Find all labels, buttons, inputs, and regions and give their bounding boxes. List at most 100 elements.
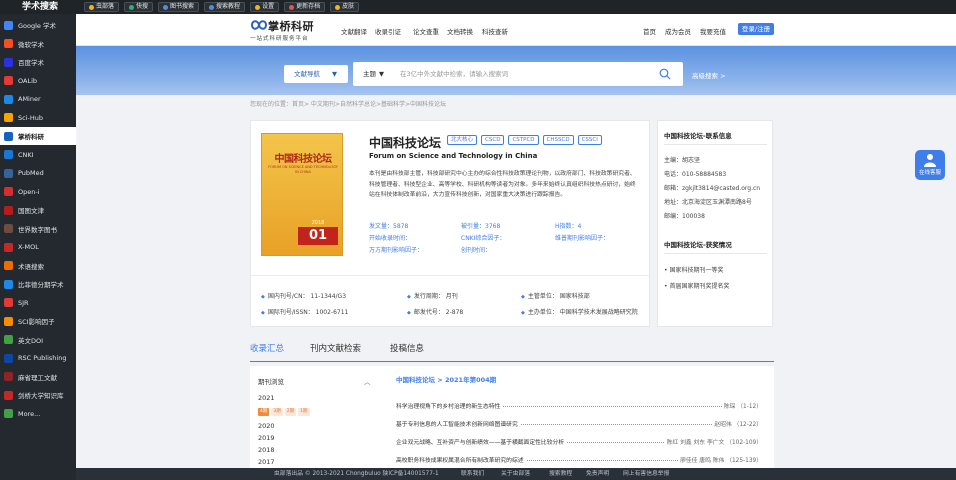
- sidebar-item[interactable]: AMiner: [0, 90, 76, 108]
- sidebar-item[interactable]: More...: [0, 405, 76, 423]
- sidebar-item[interactable]: Open-i: [0, 183, 76, 201]
- link-membership[interactable]: 成为会员: [665, 26, 691, 36]
- footer: 虫部落出品 © 2013-2021 Chongbuluo 陕ICP备140015…: [76, 468, 956, 480]
- toolbar-button-quick-search[interactable]: 快搜: [124, 2, 154, 12]
- book-icon: [209, 4, 215, 10]
- award-item: • 首届国家期刊奖提名奖: [664, 283, 730, 290]
- toolbar-button-chongbuluo[interactable]: 虫部落: [84, 2, 120, 12]
- sidebar-item[interactable]: 国图文津: [0, 201, 76, 219]
- year-item[interactable]: 2018: [258, 446, 275, 454]
- sidebar-item-label: Sci-Hub: [18, 113, 43, 122]
- sidebar-item[interactable]: Google 学术: [0, 16, 76, 34]
- field-dropdown[interactable]: 主题 ▼: [363, 62, 384, 86]
- article-row[interactable]: 科学治理视角下的乡村治理的新生态特性 陈琛 （1-12）: [396, 401, 762, 411]
- sidebar-item[interactable]: 英文DOI: [0, 331, 76, 349]
- stat-vip-factor: 维普期刊影响因子：: [555, 235, 610, 242]
- site-favicon-icon: [4, 409, 13, 418]
- logo-mark-icon: [250, 20, 268, 30]
- toolbar-button-skin[interactable]: 皮肤: [330, 2, 360, 12]
- site-favicon-icon: [4, 335, 13, 344]
- award-title: 中国科技论坛-获奖情况: [664, 241, 732, 249]
- tab-bar: 收录汇总 刊内文献检索 投稿信息: [250, 340, 774, 362]
- footer-report[interactable]: 网上有害信息举报: [623, 468, 669, 480]
- footer-about[interactable]: 关于虫部落: [501, 468, 530, 480]
- sidebar-item[interactable]: PubMed: [0, 164, 76, 182]
- site-favicon-icon: [4, 94, 13, 104]
- breadcrumb: 您现在的位置：首页> 中文期刊>自然科学总论>基础科学>中国科技论坛: [250, 101, 447, 108]
- year-item[interactable]: 2017: [258, 458, 275, 466]
- issue-item[interactable]: 1期: [298, 408, 310, 416]
- login-button[interactable]: 登录/注册: [738, 23, 774, 35]
- logo-title: 掌桥科研: [268, 20, 314, 33]
- nav-citation[interactable]: 收录引证: [375, 26, 401, 36]
- award-rule: [664, 253, 767, 254]
- advanced-search-link[interactable]: 高级搜索 >: [692, 70, 726, 80]
- site-favicon-icon: [4, 372, 13, 381]
- sidebar-item[interactable]: 微软学术: [0, 35, 76, 53]
- tab-submission-info[interactable]: 投稿信息: [390, 342, 424, 354]
- journal-card: 中国科技论坛 FORUM ON SCIENCE AND TECHNOLOGY I…: [250, 120, 650, 327]
- nav-translation[interactable]: 文献翻译: [341, 26, 367, 36]
- sidebar-item[interactable]: 掌桥科研: [0, 127, 76, 145]
- site-favicon-icon: [4, 150, 13, 159]
- year-item[interactable]: 2020: [258, 422, 275, 430]
- sidebar-item[interactable]: 术语搜索: [0, 257, 76, 275]
- search-icon[interactable]: [659, 68, 671, 80]
- stat-wanfang-factor: 万方期刊影响因子：: [369, 247, 424, 254]
- site-logo[interactable]: 掌桥科研 一站式科研服务平台: [250, 17, 326, 43]
- catalog-section: 期刊浏览 ︿ 2021 4期 3期 2期 1期 2020 2019 2018 20…: [250, 366, 774, 468]
- tag-cstpcd: CSTPCD: [508, 135, 539, 145]
- year-item[interactable]: 2019: [258, 434, 275, 442]
- footer-disclaimer[interactable]: 免责声明: [586, 468, 609, 480]
- link-recharge[interactable]: 我要充值: [700, 26, 726, 36]
- sidebar-item[interactable]: 世界数字图书: [0, 220, 76, 238]
- toolbar-button-book-search[interactable]: 图书搜索: [158, 2, 200, 12]
- scope-dropdown[interactable]: 文献导航 ▼: [284, 65, 348, 83]
- toolbar-button-tutorial[interactable]: 搜索教程: [204, 2, 246, 12]
- footer-tutorial[interactable]: 搜索教程: [549, 468, 572, 480]
- sidebar-item[interactable]: 百度学术: [0, 53, 76, 71]
- sidebar-item[interactable]: 剑桥大学知识库: [0, 386, 76, 404]
- lightning-icon: [129, 4, 135, 10]
- sidebar-item[interactable]: SJR: [0, 294, 76, 312]
- footer-contact[interactable]: 联系我们: [461, 468, 484, 480]
- meta-frequency: ◆ 发行周期： 月刊: [407, 293, 458, 300]
- toolbar-button-settings[interactable]: 设置: [250, 2, 280, 12]
- tab-collection-summary[interactable]: 收录汇总: [250, 342, 284, 354]
- issue-item[interactable]: 4期: [258, 408, 270, 416]
- diamond-icon: ◆: [261, 294, 265, 300]
- cover-title: 中国科技论坛: [274, 154, 333, 165]
- article-row[interactable]: 高校职务科技成果权属混合所有制改革研究的综述 廖佳佳 唐鸣 陈伟 （125-139…: [396, 455, 762, 465]
- sidebar-item[interactable]: Sci-Hub: [0, 109, 76, 127]
- nav-novelty-search[interactable]: 科技查新: [482, 26, 508, 36]
- sidebar-item[interactable]: RSC Publishing: [0, 349, 76, 367]
- link-home[interactable]: 首页: [643, 26, 656, 36]
- article-row[interactable]: 企业双元战略、互补资产与创新绩效——基于横截面定性比较分析 陈红 刘鑫 刘东 李广…: [396, 437, 762, 447]
- sidebar-item[interactable]: 麻省理工文献: [0, 368, 76, 386]
- sidebar-item[interactable]: CNKI: [0, 146, 76, 164]
- gear-icon: [255, 4, 261, 10]
- toolbar-button-update-archive[interactable]: 更新存档: [284, 2, 326, 12]
- article-row[interactable]: 基于专利信息的人工智能技术创新网络图谱研究 赵昭伟 （12-22）: [396, 419, 762, 429]
- journal-cover: 中国科技论坛 FORUM ON SCIENCE AND TECHNOLOGY I…: [261, 133, 343, 256]
- site-favicon-icon: [4, 390, 13, 400]
- sidebar: Google 学术微软学术百度学术 OALib AMiner Sci-Hub 掌桥科研 C…: [0, 14, 76, 480]
- year-item[interactable]: 2021: [258, 394, 275, 402]
- sidebar-item[interactable]: SCI影响因子: [0, 312, 76, 330]
- site-favicon-icon: [4, 316, 13, 326]
- site-favicon-icon: [4, 76, 13, 85]
- nav-plagiarism-check[interactable]: 论文查重: [413, 26, 439, 36]
- tab-in-journal-search[interactable]: 刊内文献检索: [310, 342, 361, 354]
- sidebar-item-label: 微软学术: [18, 40, 44, 49]
- issue-item[interactable]: 2期: [284, 408, 297, 416]
- search-input[interactable]: [400, 68, 650, 80]
- sidebar-item[interactable]: X-MOL: [0, 238, 76, 256]
- online-support-button[interactable]: 在线客服: [915, 150, 945, 180]
- nav-doc-convert[interactable]: 文档转换: [447, 26, 473, 36]
- sidebar-item[interactable]: OALib: [0, 72, 76, 90]
- sidebar-item[interactable]: 比菲德分期学术: [0, 275, 76, 293]
- stat-publications: 发文量：5878: [369, 223, 409, 230]
- sidebar-item-label: 术语搜索: [18, 262, 44, 271]
- site-favicon-icon: [4, 187, 13, 196]
- issue-item[interactable]: 3期: [271, 408, 283, 416]
